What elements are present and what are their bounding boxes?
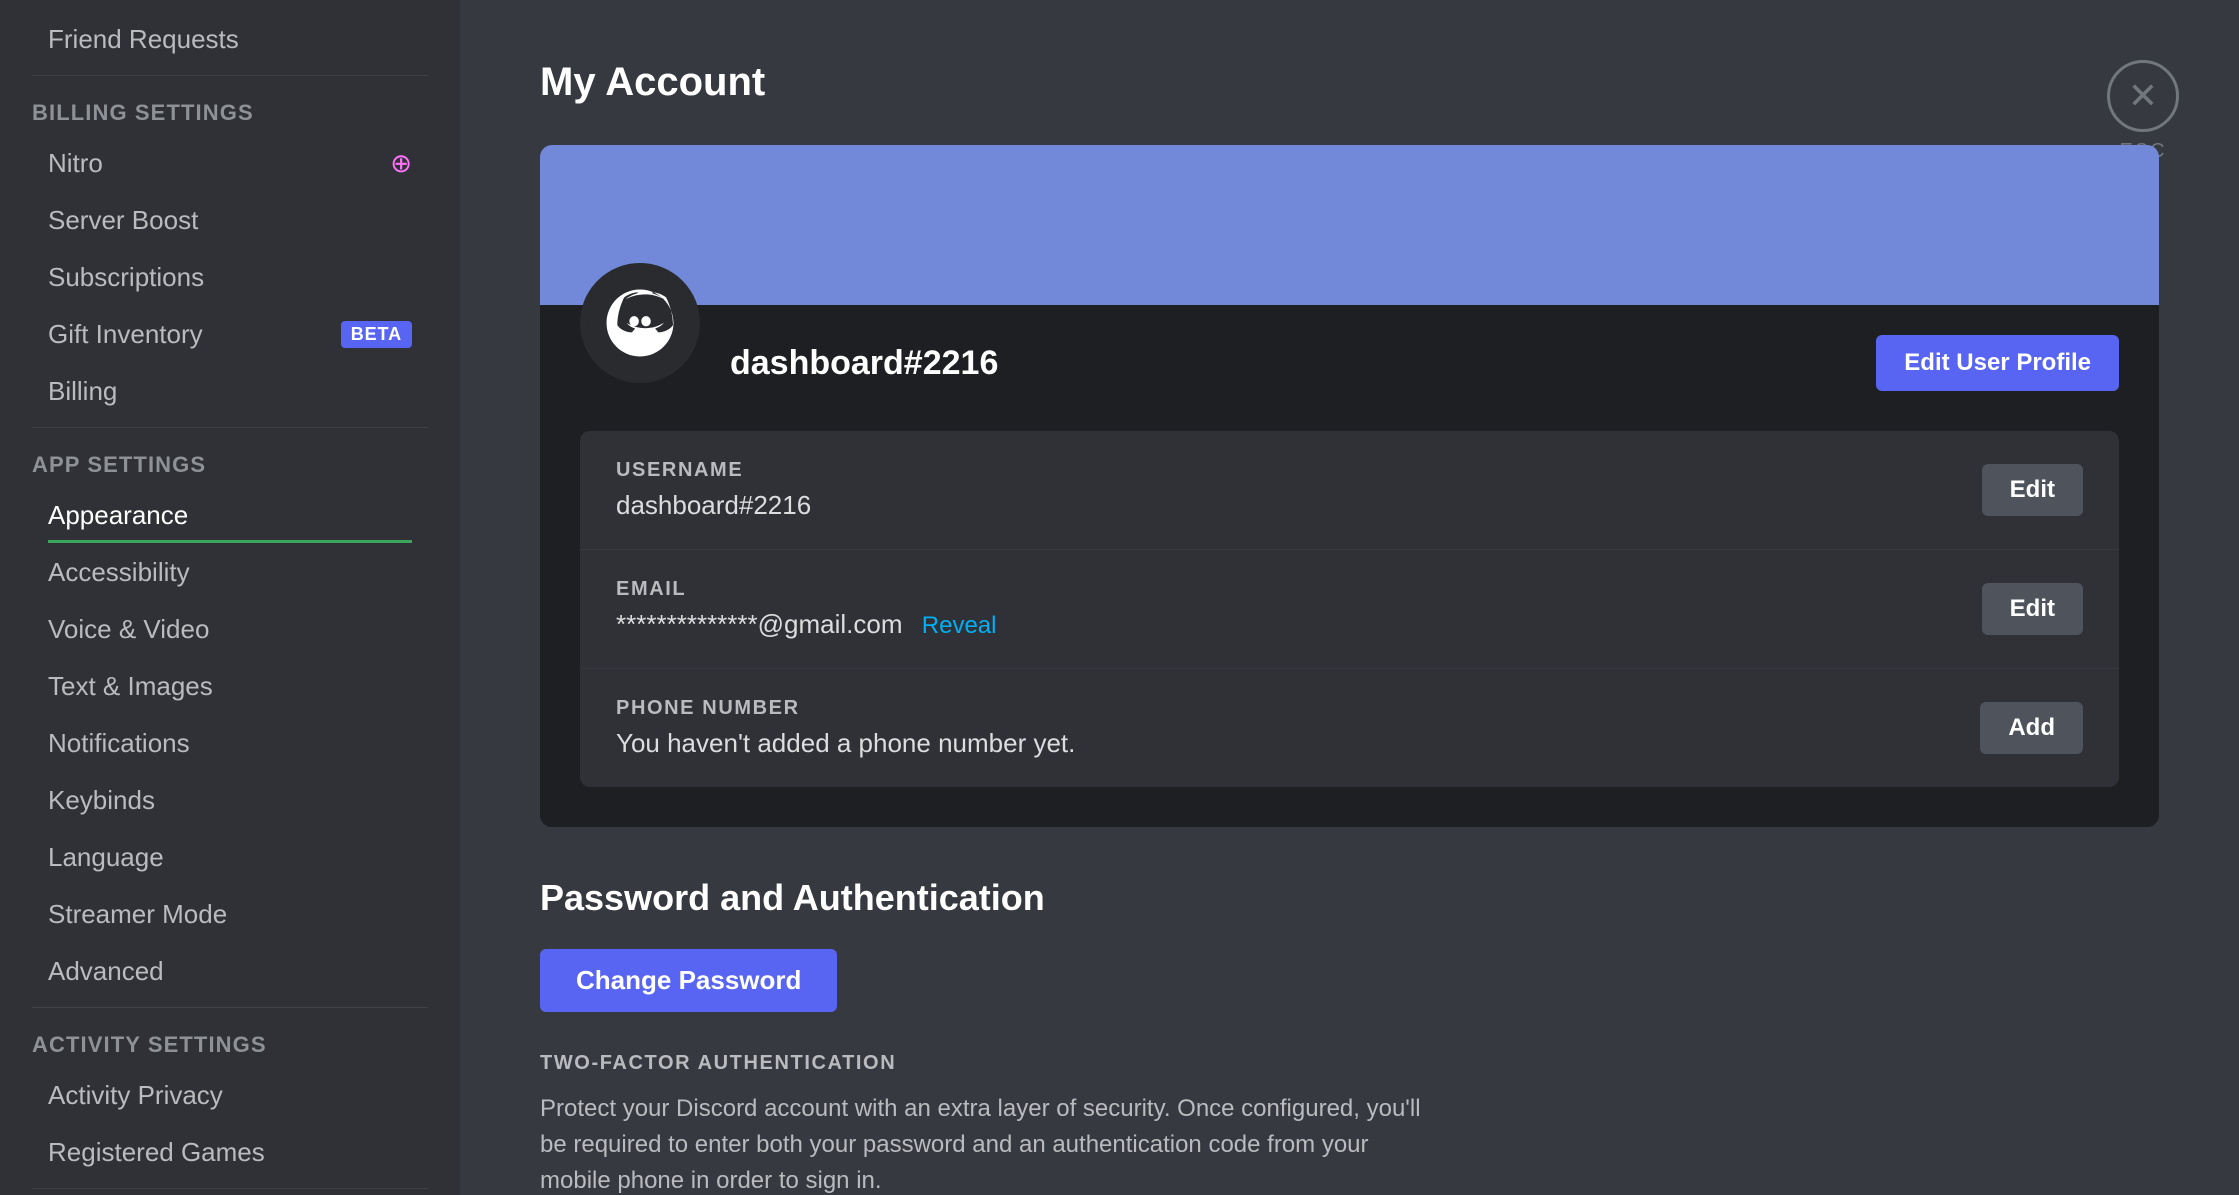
- billing-settings-label: BILLING SETTINGS: [0, 84, 460, 134]
- sidebar-item-streamer-mode[interactable]: Streamer Mode: [16, 887, 444, 942]
- sidebar: Friend Requests BILLING SETTINGS Nitro ⊕…: [0, 0, 460, 1195]
- sidebar-divider-4: [32, 1188, 428, 1189]
- sidebar-item-voice-video[interactable]: Voice & Video: [16, 602, 444, 657]
- two-factor-description: Protect your Discord account with an ext…: [540, 1091, 1440, 1195]
- fields-container: USERNAME dashboard#2216 Edit EMAIL *****…: [580, 431, 2119, 787]
- email-field-info: EMAIL **************@gmail.com Reveal: [616, 578, 996, 640]
- reveal-link[interactable]: Reveal: [922, 612, 997, 639]
- username-edit-button[interactable]: Edit: [1982, 464, 2083, 516]
- username-display: dashboard#2216: [730, 314, 1876, 383]
- edit-user-profile-button[interactable]: Edit User Profile: [1876, 335, 2119, 391]
- avatar-wrapper: [580, 263, 700, 383]
- phone-add-button[interactable]: Add: [1980, 702, 2083, 754]
- sidebar-item-subscriptions[interactable]: Subscriptions: [16, 250, 444, 305]
- profile-info-row: dashboard#2216 Edit User Profile: [540, 305, 2159, 431]
- sidebar-item-advanced[interactable]: Advanced: [16, 944, 444, 999]
- sidebar-item-friend-requests[interactable]: Friend Requests: [16, 12, 444, 67]
- main-content: ✕ ESC My Account dashboard#2216 Edit Use…: [460, 0, 2239, 1195]
- sidebar-divider-3: [32, 1007, 428, 1008]
- sidebar-divider-2: [32, 427, 428, 428]
- profile-card: dashboard#2216 Edit User Profile USERNAM…: [540, 145, 2159, 827]
- two-factor-label: TWO-FACTOR AUTHENTICATION: [540, 1052, 2159, 1075]
- password-section-title: Password and Authentication: [540, 877, 2159, 919]
- username-field-label: USERNAME: [616, 459, 811, 482]
- sidebar-item-activity-privacy[interactable]: Activity Privacy: [16, 1068, 444, 1123]
- sidebar-item-appearance[interactable]: Appearance: [16, 488, 444, 543]
- sidebar-item-billing[interactable]: Billing: [16, 364, 444, 419]
- close-button[interactable]: ✕: [2107, 60, 2179, 132]
- username-field-info: USERNAME dashboard#2216: [616, 459, 811, 521]
- sidebar-item-notifications[interactable]: Notifications: [16, 716, 444, 771]
- email-field-label: EMAIL: [616, 578, 996, 601]
- app-settings-label: APP SETTINGS: [0, 436, 460, 486]
- sidebar-item-keybinds[interactable]: Keybinds: [16, 773, 444, 828]
- discord-logo-icon: [600, 283, 680, 363]
- nitro-icon: ⊕: [390, 148, 412, 179]
- fields-container-wrapper: USERNAME dashboard#2216 Edit EMAIL *****…: [540, 431, 2159, 827]
- username-field-value: dashboard#2216: [616, 490, 811, 521]
- email-field-row: EMAIL **************@gmail.com Reveal Ed…: [580, 550, 2119, 669]
- phone-field-info: PHONE NUMBER You haven't added a phone n…: [616, 697, 1075, 759]
- activity-settings-label: ACTIVITY SETTINGS: [0, 1016, 460, 1066]
- sidebar-divider: [32, 75, 428, 76]
- email-field-value: **************@gmail.com Reveal: [616, 609, 996, 640]
- sidebar-item-accessibility[interactable]: Accessibility: [16, 545, 444, 600]
- sidebar-item-nitro[interactable]: Nitro ⊕: [16, 136, 444, 191]
- profile-banner: [540, 145, 2159, 305]
- email-edit-button[interactable]: Edit: [1982, 583, 2083, 635]
- sidebar-item-server-boost[interactable]: Server Boost: [16, 193, 444, 248]
- phone-field-label: PHONE NUMBER: [616, 697, 1075, 720]
- change-password-button[interactable]: Change Password: [540, 949, 837, 1012]
- username-field-row: USERNAME dashboard#2216 Edit: [580, 431, 2119, 550]
- sidebar-item-text-images[interactable]: Text & Images: [16, 659, 444, 714]
- phone-field-value: You haven't added a phone number yet.: [616, 728, 1075, 759]
- avatar: [580, 263, 700, 383]
- sidebar-item-registered-games[interactable]: Registered Games: [16, 1125, 444, 1180]
- sidebar-item-language[interactable]: Language: [16, 830, 444, 885]
- beta-badge: BETA: [341, 321, 412, 348]
- page-title: My Account: [540, 60, 2159, 105]
- phone-field-row: PHONE NUMBER You haven't added a phone n…: [580, 669, 2119, 787]
- sidebar-item-gift-inventory[interactable]: Gift Inventory BETA: [16, 307, 444, 362]
